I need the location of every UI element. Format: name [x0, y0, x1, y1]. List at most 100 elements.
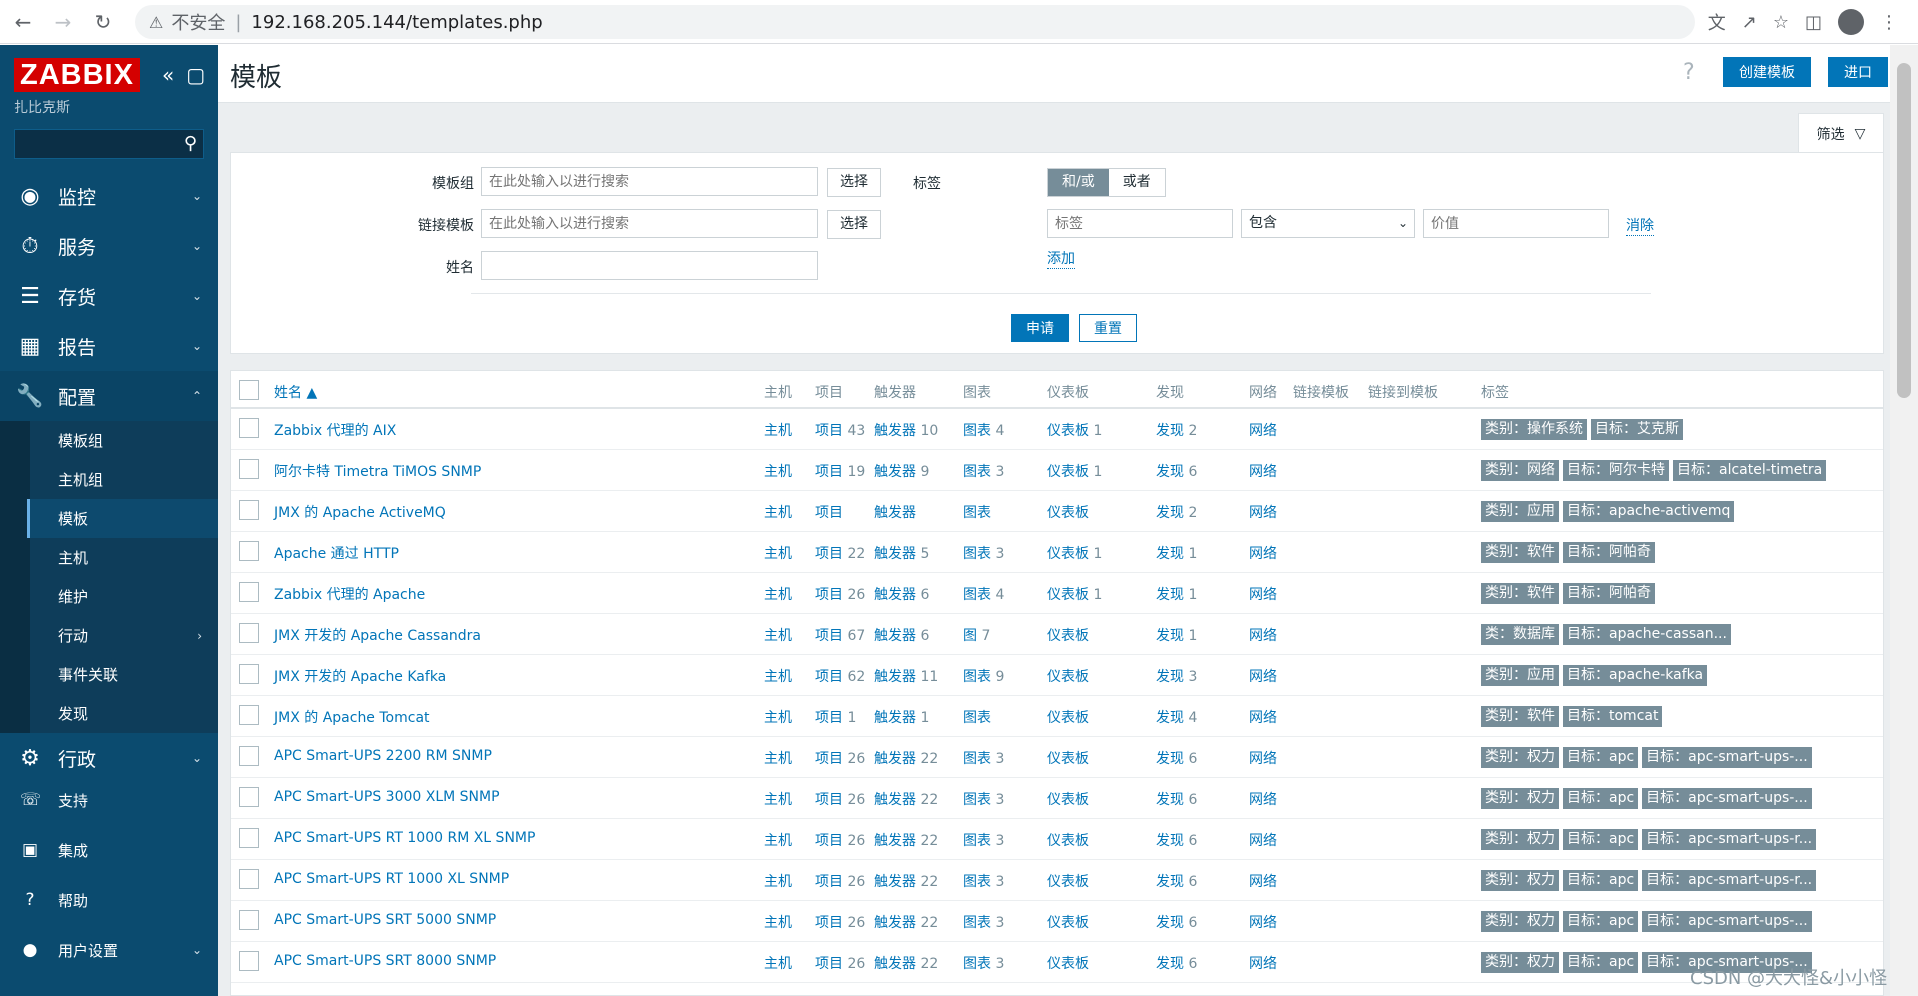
web-link[interactable]: 网络: [1249, 912, 1277, 932]
triggers-link[interactable]: 触发器 11: [874, 666, 938, 686]
address-bar[interactable]: ⚠ 不安全 | 192.168.205.144/templates.php: [135, 5, 1695, 39]
web-link[interactable]: 网络: [1249, 789, 1277, 809]
graphs-link[interactable]: 图表 3: [963, 461, 1004, 481]
hosts-link[interactable]: 主机: [764, 420, 792, 440]
graphs-link[interactable]: 图表 3: [963, 830, 1004, 850]
discovery-link[interactable]: 发现 6: [1156, 953, 1197, 973]
web-link[interactable]: 网络: [1249, 953, 1277, 973]
submenu-host-groups[interactable]: 主机组: [0, 460, 218, 499]
discovery-link-label[interactable]: 发现: [1156, 915, 1184, 931]
triggers-link[interactable]: 触发器 22: [874, 830, 938, 850]
graphs-link[interactable]: 图表 3: [963, 789, 1004, 809]
items-link[interactable]: 项目: [815, 502, 843, 522]
share-icon[interactable]: ↗: [1742, 12, 1757, 33]
graphs-link-label[interactable]: 图: [963, 628, 977, 644]
submenu-event-correlation[interactable]: 事件关联: [0, 655, 218, 694]
triggers-link-label[interactable]: 触发器: [874, 710, 916, 726]
discovery-link-label[interactable]: 发现: [1156, 751, 1184, 767]
apply-button[interactable]: 申请: [1011, 314, 1069, 342]
items-link[interactable]: 项目 26: [815, 748, 865, 768]
tag-badge[interactable]: 目标：艾克斯: [1591, 419, 1683, 440]
help-icon[interactable]: ?: [1683, 60, 1695, 85]
dashboards-link-label[interactable]: 仪表板: [1047, 505, 1089, 521]
items-link-label[interactable]: 项目: [815, 956, 843, 972]
triggers-link-label[interactable]: 触发器: [874, 628, 916, 644]
tag-badge[interactable]: 目标：阿尔卡特: [1563, 460, 1669, 481]
items-link[interactable]: 项目 22: [815, 543, 865, 563]
tag-badge[interactable]: 目标：apc: [1563, 747, 1639, 768]
dashboards-link-label[interactable]: 仪表板: [1047, 669, 1089, 685]
dashboards-link[interactable]: 仪表板: [1047, 953, 1089, 973]
tag-badge[interactable]: 类别：权力: [1481, 747, 1559, 768]
graphs-link-label[interactable]: 图表: [963, 505, 991, 521]
translate-icon[interactable]: 文: [1708, 9, 1726, 35]
items-link[interactable]: 项目 1: [815, 707, 856, 727]
discovery-link[interactable]: 发现 6: [1156, 830, 1197, 850]
sort-name-header[interactable]: 姓名 ▲: [274, 382, 317, 402]
web-link[interactable]: 网络: [1249, 748, 1277, 768]
template-name-link[interactable]: JMX 开发的 Apache Cassandra: [274, 625, 481, 645]
dashboards-link-label[interactable]: 仪表板: [1047, 874, 1089, 890]
web-link[interactable]: 网络: [1249, 625, 1277, 645]
discovery-link[interactable]: 发现 6: [1156, 912, 1197, 932]
discovery-link[interactable]: 发现 1: [1156, 584, 1197, 604]
items-link-label[interactable]: 项目: [815, 669, 843, 685]
row-checkbox[interactable]: [239, 500, 259, 520]
menu-help[interactable]: ? 帮助: [0, 875, 218, 925]
submenu-templates[interactable]: 模板: [0, 499, 218, 538]
items-link[interactable]: 项目 26: [815, 830, 865, 850]
web-link[interactable]: 网络: [1249, 707, 1277, 727]
tag-badge[interactable]: 目标：apc-smart-ups-...: [1642, 911, 1812, 932]
tag-name-input[interactable]: [1047, 209, 1233, 238]
tag-badge[interactable]: 类别：网络: [1481, 460, 1559, 481]
sidebar-search-input[interactable]: ⚲: [14, 129, 204, 159]
discovery-link-label[interactable]: 发现: [1156, 587, 1184, 603]
row-checkbox[interactable]: [239, 869, 259, 889]
row-checkbox[interactable]: [239, 664, 259, 684]
items-link-label[interactable]: 项目: [815, 915, 843, 931]
dashboards-link-label[interactable]: 仪表板: [1047, 833, 1089, 849]
create-template-button[interactable]: 创建模板: [1723, 57, 1811, 87]
discovery-link-label[interactable]: 发现: [1156, 628, 1184, 644]
discovery-link[interactable]: 发现 3: [1156, 666, 1197, 686]
tag-badge[interactable]: 目标：apc: [1563, 952, 1639, 973]
hosts-link[interactable]: 主机: [764, 461, 792, 481]
menu-reports[interactable]: ▦ 报告 ⌄: [0, 321, 218, 371]
hosts-link[interactable]: 主机: [764, 666, 792, 686]
discovery-link-label[interactable]: 发现: [1156, 792, 1184, 808]
items-link[interactable]: 项目 43: [815, 420, 865, 440]
graphs-link[interactable]: 图表 3: [963, 912, 1004, 932]
tag-badge[interactable]: 目标：apc: [1563, 788, 1639, 809]
menu-integrations[interactable]: ▣ 集成: [0, 825, 218, 875]
graphs-link-label[interactable]: 图表: [963, 751, 991, 767]
dashboards-link[interactable]: 仪表板 1: [1047, 584, 1102, 604]
graphs-link[interactable]: 图表: [963, 502, 991, 522]
row-checkbox[interactable]: [239, 746, 259, 766]
hosts-link[interactable]: 主机: [764, 707, 792, 727]
dashboards-link[interactable]: 仪表板: [1047, 912, 1089, 932]
items-link-label[interactable]: 项目: [815, 464, 843, 480]
web-link[interactable]: 网络: [1249, 461, 1277, 481]
menu-monitoring[interactable]: ◉ 监控 ⌄: [0, 171, 218, 221]
filter-tab[interactable]: 筛选 ▽: [1798, 113, 1884, 153]
template-name-link[interactable]: Zabbix 代理的 AIX: [274, 420, 396, 440]
graphs-link[interactable]: 图表 3: [963, 871, 1004, 891]
discovery-link[interactable]: 发现 4: [1156, 707, 1197, 727]
search-icon[interactable]: ⚲: [184, 133, 197, 154]
tag-badge[interactable]: 目标：alcatel-timetra: [1673, 460, 1827, 481]
graphs-link-label[interactable]: 图表: [963, 669, 991, 685]
discovery-link-label[interactable]: 发现: [1156, 464, 1184, 480]
graphs-link-label[interactable]: 图表: [963, 546, 991, 562]
graphs-link-label[interactable]: 图表: [963, 587, 991, 603]
row-checkbox[interactable]: [239, 828, 259, 848]
tag-badge[interactable]: 类别：权力: [1481, 829, 1559, 850]
triggers-link-label[interactable]: 触发器: [874, 874, 916, 890]
dashboards-link-label[interactable]: 仪表板: [1047, 792, 1089, 808]
graphs-link-label[interactable]: 图表: [963, 792, 991, 808]
menu-services[interactable]: ⏱ 服务 ⌄: [0, 221, 218, 271]
dashboards-link[interactable]: 仪表板 1: [1047, 543, 1102, 563]
discovery-link[interactable]: 发现 1: [1156, 625, 1197, 645]
hosts-link[interactable]: 主机: [764, 953, 792, 973]
graphs-link[interactable]: 图表 3: [963, 543, 1004, 563]
tag-badge[interactable]: 目标：apc: [1563, 829, 1639, 850]
